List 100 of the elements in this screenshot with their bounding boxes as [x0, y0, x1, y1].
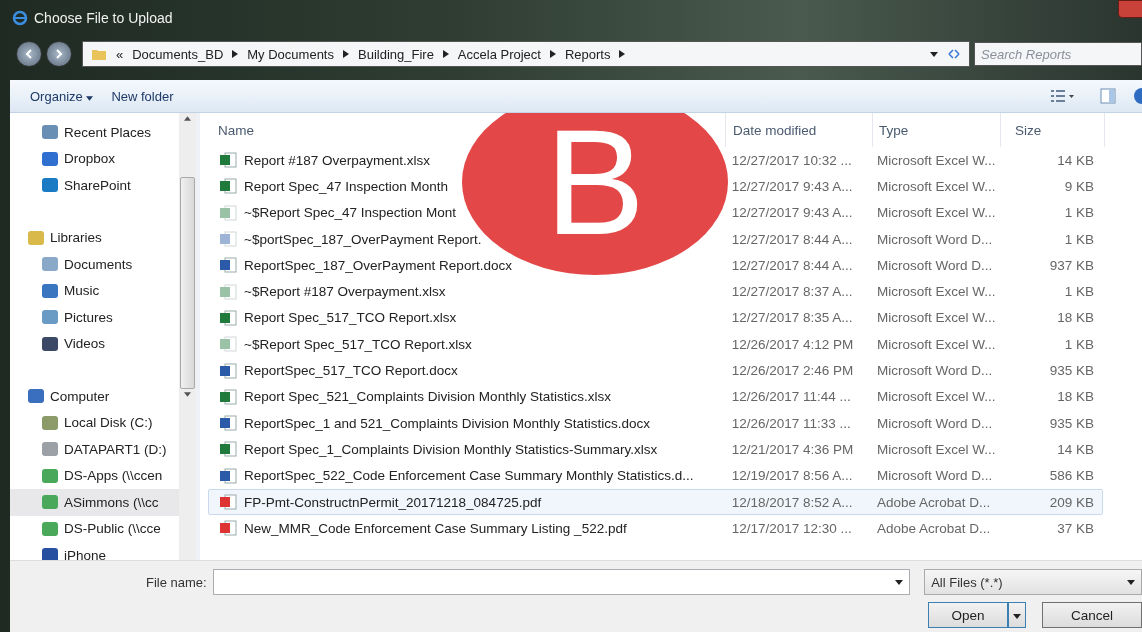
file-row[interactable]: ReportSpec_1 and 521_Complaints Division Monthly Statistics.docx 12/26/2017 11:33 ... Microsoft Word D... 935 KB	[208, 409, 1103, 437]
breadcrumb[interactable]: Accela Project	[457, 46, 541, 62]
file-row[interactable]: ~$Report #187 Overpayment.xlsx 12/27/2017 8:37 A... Microsoft Excel W... 1 KB	[208, 278, 1103, 305]
sidebar-label: iPhone	[64, 547, 107, 560]
search-field[interactable]: Search Reports	[974, 42, 1142, 66]
cancel-button[interactable]: Cancel	[1042, 602, 1142, 628]
type-cell-text: Adobe Acrobat D...	[876, 494, 992, 510]
type-cell-text: Microsoft Excel W...	[876, 310, 997, 326]
type-cell-text: Microsoft Word D...	[876, 257, 994, 273]
sidebar-item[interactable]: SharePoint	[10, 172, 179, 199]
breadcrumb[interactable]: Building_Fire	[358, 46, 434, 62]
date-cell-text: 12/27/2017 8:37 A...	[730, 284, 854, 300]
sidebar-heading[interactable]: Computer	[10, 383, 179, 410]
breadcrumb[interactable]: Reports	[564, 46, 611, 62]
date-cell-text: 12/27/2017 9:43 A...	[730, 178, 854, 194]
address-bar[interactable]: « Documents_BD My Documents Building_Fire Accela Project Reports	[82, 41, 970, 67]
caret-icon	[86, 95, 94, 101]
file-name: ReportSpec_517_TCO Report.docx	[244, 363, 458, 378]
spreadsheet-file-icon	[219, 152, 237, 169]
column-header[interactable]: Size	[1015, 122, 1042, 138]
scroll-up-icon[interactable]	[184, 116, 191, 121]
organize-button[interactable]: Organize	[30, 88, 94, 104]
spreadsheet-file-icon	[219, 336, 237, 353]
file-name-field[interactable]	[212, 569, 911, 595]
date-cell-text: 12/27/2017 9:43 A...	[730, 205, 854, 221]
column-header[interactable]: Date modified	[733, 122, 817, 138]
file-row[interactable]: ReportSpec_187_OverPayment Report.docx 12/27/2017 8:44 A... Microsoft Word D... 937 KB	[208, 252, 1103, 279]
back-button[interactable]	[16, 41, 42, 67]
file-name: Report Spec_47 Inspection Month	[244, 178, 449, 194]
word-file-icon	[219, 257, 237, 274]
file-type-dropdown[interactable]: All Files (*.*)	[924, 569, 1142, 595]
file-row[interactable]: ~$Report Spec_517_TCO Report.xlsx 12/26/2017 4:12 PM Microsoft Excel W... 1 KB	[208, 331, 1103, 358]
date-cell-text: 12/26/2017 11:44 ...	[730, 389, 852, 405]
sidebar-label: Pictures	[64, 309, 113, 325]
open-options-button[interactable]	[1008, 602, 1026, 628]
date-cell-text: 12/27/2017 8:44 A...	[730, 231, 854, 247]
sidebar-item[interactable]: Dropbox	[10, 145, 179, 172]
type-cell-text: Microsoft Word D...	[876, 231, 994, 247]
file-name: Report #187 Overpayment.xlsx	[244, 152, 431, 168]
sidebar-item[interactable]: Videos	[10, 330, 179, 357]
file-row[interactable]: ReportSpec_522_Code Enforcement Case Summary Monthly Statistics.d... 12/19/2017 8:56 A... Microsoft Word D... 586 KB	[208, 462, 1103, 489]
chevron-icon[interactable]	[442, 50, 449, 58]
file-name: ~$Report Spec_47 Inspection Mont	[244, 205, 456, 221]
size-cell-text: 937 KB	[1048, 257, 1095, 273]
file-name: New_MMR_Code Enforcement Case Summary Listing _522.pdf	[244, 520, 627, 536]
spreadsheet-file-icon	[219, 178, 237, 195]
sidebar-item[interactable]: Pictures	[10, 304, 179, 331]
sidebar-heading[interactable]: Libraries	[10, 224, 179, 251]
chevron-icon[interactable]	[232, 50, 239, 58]
size-cell-text: 18 KB	[1056, 389, 1095, 405]
chevron-icon[interactable]	[343, 50, 349, 58]
file-row[interactable]: ReportSpec_517_TCO Report.docx 12/26/2017 2:46 PM Microsoft Word D... 935 KB	[208, 357, 1103, 384]
location-icon	[42, 125, 58, 140]
size-cell-text: 14 KB	[1056, 441, 1095, 457]
path-overflow[interactable]: «	[116, 46, 124, 62]
forward-button[interactable]	[46, 41, 72, 67]
column-header[interactable]: Name	[218, 122, 254, 138]
breadcrumb[interactable]: My Documents	[247, 46, 334, 62]
sidebar-item[interactable]: DS-Public (\\cce	[10, 515, 179, 542]
file-row[interactable]: FP-Pmt-ConstructnPermit_20171218_084725.pdf 12/18/2017 8:52 A... Adobe Acrobat D... 209 KB	[208, 488, 1103, 516]
caret-icon	[1127, 579, 1135, 585]
sidebar-item[interactable]: DATAPART1 (D:)	[10, 436, 179, 463]
dropdown-arrow-icon[interactable]	[930, 51, 938, 57]
file-row[interactable]: Report Spec_521_Complaints Division Monthly Statistics.xlsx 12/26/2017 11:44 ... Microsoft Excel W... 18 KB	[208, 383, 1103, 410]
folder-icon	[91, 47, 107, 61]
sidebar-item[interactable]: ASimmons (\\cc	[10, 489, 179, 516]
sidebar-item[interactable]: Documents	[10, 251, 179, 278]
date-cell-text: 12/26/2017 4:12 PM	[730, 336, 855, 352]
size-cell-text: 1 KB	[1063, 231, 1095, 247]
size-cell-text: 18 KB	[1056, 310, 1095, 326]
chevron-icon[interactable]	[619, 50, 626, 58]
type-cell-text: Microsoft Excel W...	[876, 178, 997, 194]
sidebar-item[interactable]: Local Disk (C:)	[10, 409, 179, 436]
file-row[interactable]: Report Spec_517_TCO Report.xlsx 12/27/2017 8:35 A... Microsoft Excel W... 18 KB	[208, 304, 1103, 332]
spreadsheet-file-icon	[219, 388, 237, 405]
sidebar-label: DS-Public (\\cce	[64, 521, 161, 537]
column-header[interactable]: Type	[879, 122, 909, 138]
size-cell-text: 1 KB	[1063, 284, 1095, 300]
sidebar-item[interactable]: Music	[10, 277, 179, 304]
file-name: ~$Report Spec_517_TCO Report.xlsx	[244, 336, 472, 352]
date-cell-text: 12/27/2017 8:44 A...	[730, 257, 854, 273]
file-row[interactable]: Report Spec_1_Complaints Division Monthly Statistics-Summary.xlsx 12/21/2017 4:36 PM Microsoft Excel W... 14 KB	[208, 436, 1103, 463]
file-name: ReportSpec_522_Code Enforcement Case Summary Monthly Statistics.d...	[244, 468, 694, 484]
open-button[interactable]: Open	[928, 602, 1008, 628]
view-options-icon[interactable]	[1050, 89, 1074, 103]
sidebar-item[interactable]: iPhone	[10, 542, 179, 560]
sidebar-label: Local Disk (C:)	[64, 415, 153, 431]
sidebar-item[interactable]: DS-Apps (\\ccen	[10, 462, 179, 489]
type-cell-text: Microsoft Word D...	[876, 363, 994, 378]
location-icon	[42, 336, 58, 351]
size-cell-text: 586 KB	[1048, 468, 1095, 484]
scrollbar[interactable]	[179, 113, 196, 560]
sidebar-label: ASimmons (\\cc	[64, 494, 159, 510]
breadcrumb[interactable]: Documents_BD	[132, 46, 224, 62]
new-folder-button[interactable]: New folder	[111, 88, 174, 104]
scroll-down-icon[interactable]	[184, 392, 191, 397]
file-row[interactable]: New_MMR_Code Enforcement Case Summary Listing _522.pdf 12/17/2017 12:30 ... Adobe Acrobat D... 37 KB	[208, 515, 1103, 542]
sidebar-item[interactable]: Recent Places	[10, 119, 179, 146]
location-icon	[42, 257, 58, 272]
chevron-icon[interactable]	[549, 50, 556, 58]
